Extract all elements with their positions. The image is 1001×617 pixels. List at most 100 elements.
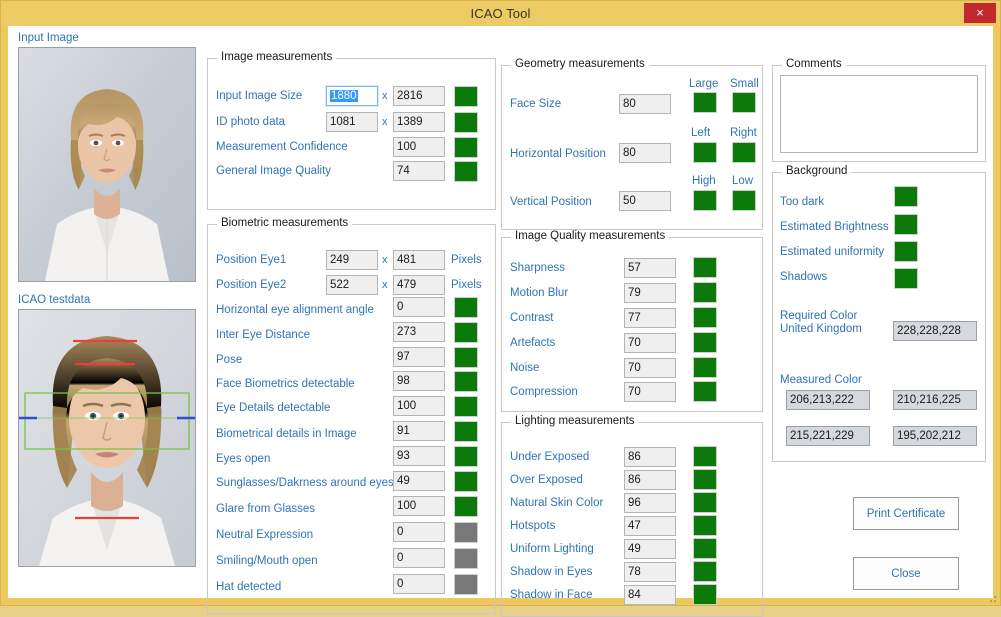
- horizontal-position-field[interactable]: 80: [619, 143, 671, 163]
- eye-details-detectable-field[interactable]: 100: [393, 396, 445, 416]
- sunglasses-darkness-around-eyes-field[interactable]: 49: [393, 471, 445, 491]
- print-certificate-button[interactable]: Print Certificate: [853, 497, 959, 530]
- over-exposed-field[interactable]: 86: [624, 470, 676, 490]
- comments-textarea[interactable]: [780, 75, 978, 153]
- close-button[interactable]: Close: [853, 557, 959, 590]
- indicator-hotspots: [693, 515, 717, 536]
- indicator-id-photo-data: [454, 112, 478, 133]
- label-position-eye1: Position Eye1: [216, 254, 287, 266]
- indicator-smiling-mouth-open: [454, 548, 478, 569]
- close-window-button[interactable]: ×: [964, 3, 996, 23]
- label-estimated-uniformity: Estimated uniformity: [780, 246, 885, 258]
- label-under-exposed: Under Exposed: [510, 451, 590, 463]
- pose-field[interactable]: 97: [393, 347, 445, 367]
- artefacts-field[interactable]: 70: [624, 333, 676, 353]
- position-eye1-y-field[interactable]: 481: [393, 250, 445, 270]
- indicator-sharpness: [693, 257, 717, 278]
- label-measurement-confidence: Measurement Confidence: [216, 141, 348, 153]
- icao-testdata-preview[interactable]: [18, 309, 196, 567]
- id-photo-width-field[interactable]: 1081: [326, 112, 378, 132]
- hat-detected-field[interactable]: 0: [393, 574, 445, 594]
- label-eyes-open: Eyes open: [216, 453, 271, 465]
- label-shadow-in-face: Shadow in Face: [510, 589, 593, 601]
- id-photo-height-field[interactable]: 1389: [393, 112, 445, 132]
- window-title: ICAO Tool: [470, 6, 531, 21]
- biometrical-details-in-image-field[interactable]: 91: [393, 421, 445, 441]
- measured-color-4-field[interactable]: 195,202,212: [893, 426, 977, 446]
- measured-color-3-field[interactable]: 215,221,229: [786, 426, 870, 446]
- shadow-in-eyes-field[interactable]: 78: [624, 562, 676, 582]
- noise-field[interactable]: 70: [624, 358, 676, 378]
- indicator-under-exposed: [693, 446, 717, 467]
- annotated-face-photo: [19, 310, 195, 566]
- shadow-in-face-field[interactable]: 84: [624, 585, 676, 605]
- hotspots-field[interactable]: 47: [624, 516, 676, 536]
- position-eye1-x-field[interactable]: 249: [326, 250, 378, 270]
- contrast-field[interactable]: 77: [624, 308, 676, 328]
- size-separator-2: x: [382, 116, 388, 128]
- natural-skin-color-field[interactable]: 96: [624, 493, 676, 513]
- label-general-image-quality: General Image Quality: [216, 165, 332, 177]
- inter-eye-distance-field[interactable]: 273: [393, 322, 445, 342]
- label-artefacts: Artefacts: [510, 337, 556, 349]
- eye2-separator: x: [382, 279, 388, 291]
- position-eye2-x-field[interactable]: 522: [326, 275, 378, 295]
- label-contrast: Contrast: [510, 312, 554, 324]
- unit-position-eye2: Pixels: [451, 279, 482, 291]
- label-position-eye2: Position Eye2: [216, 279, 287, 291]
- indicator-artefacts: [693, 332, 717, 353]
- measurement-confidence-field[interactable]: 100: [393, 137, 445, 157]
- glare-from-glasses-field[interactable]: 100: [393, 496, 445, 516]
- geometry-head-high: High: [692, 175, 716, 187]
- image-measurements-title: Image measurements: [217, 51, 337, 63]
- indicator-horizontal-position-left: [693, 142, 717, 163]
- label-face-biometrics-detectable: Face Biometrics detectable: [216, 378, 355, 390]
- label-face-size: Face Size: [510, 98, 562, 110]
- indicator-too-dark: [894, 186, 918, 207]
- indicator-horizontal-eye-alignment-angle: [454, 297, 478, 318]
- label-id-photo-data: ID photo data: [216, 116, 286, 128]
- compression-field[interactable]: 70: [624, 382, 676, 402]
- measured-color-label: Measured Color: [780, 374, 862, 386]
- measured-color-1-field[interactable]: 206,213,222: [786, 390, 870, 410]
- comments-title: Comments: [782, 58, 846, 70]
- smiling-mouth-open-field[interactable]: 0: [393, 548, 445, 568]
- background-title: Background: [782, 165, 852, 177]
- input-image-preview[interactable]: [18, 47, 196, 282]
- geometry-head-right: Right: [730, 127, 757, 139]
- sharpness-field[interactable]: 57: [624, 258, 676, 278]
- label-neutral-expression: Neutral Expression: [216, 529, 314, 541]
- indicator-general-image-quality: [454, 161, 478, 182]
- required-color-value-field[interactable]: 228,228,228: [893, 321, 977, 341]
- resize-grip[interactable]: [986, 592, 998, 604]
- client-area: Input Image ICAO testdata Image measurem…: [8, 26, 993, 617]
- label-hotspots: Hotspots: [510, 520, 556, 532]
- indicator-natural-skin-color: [693, 492, 717, 513]
- vertical-position-field[interactable]: 50: [619, 191, 671, 211]
- under-exposed-field[interactable]: 86: [624, 447, 676, 467]
- indicator-compression: [693, 381, 717, 402]
- face-biometrics-detectable-field[interactable]: 98: [393, 371, 445, 391]
- indicator-eye-details-detectable: [454, 396, 478, 417]
- general-image-quality-field[interactable]: 74: [393, 161, 445, 181]
- geometry-head-left: Left: [691, 127, 711, 139]
- icao-testdata-label: ICAO testdata: [18, 294, 91, 306]
- indicator-uniform-lighting: [693, 538, 717, 559]
- indicator-neutral-expression: [454, 522, 478, 543]
- label-natural-skin-color: Natural Skin Color: [510, 497, 604, 509]
- face-size-field[interactable]: 80: [619, 94, 671, 114]
- indicator-measurement-confidence: [454, 137, 478, 158]
- uniform-lighting-field[interactable]: 49: [624, 539, 676, 559]
- horizontal-eye-alignment-angle-field[interactable]: 0: [393, 297, 445, 317]
- eyes-open-field[interactable]: 93: [393, 446, 445, 466]
- position-eye2-y-field[interactable]: 479: [393, 275, 445, 295]
- neutral-expression-field[interactable]: 0: [393, 522, 445, 542]
- input-image-size-width-field[interactable]: 1880: [325, 85, 379, 107]
- indicator-horizontal-position-right: [732, 142, 756, 163]
- icao-tool-window: ICAO Tool × Input Image ICAO testdata Im…: [0, 0, 1001, 617]
- label-over-exposed: Over Exposed: [510, 474, 583, 486]
- input-image-size-height-field[interactable]: 2816: [393, 86, 445, 106]
- motion-blur-field[interactable]: 79: [624, 283, 676, 303]
- measured-color-2-field[interactable]: 210,216,225: [893, 390, 977, 410]
- indicator-estimated-uniformity: [894, 241, 918, 262]
